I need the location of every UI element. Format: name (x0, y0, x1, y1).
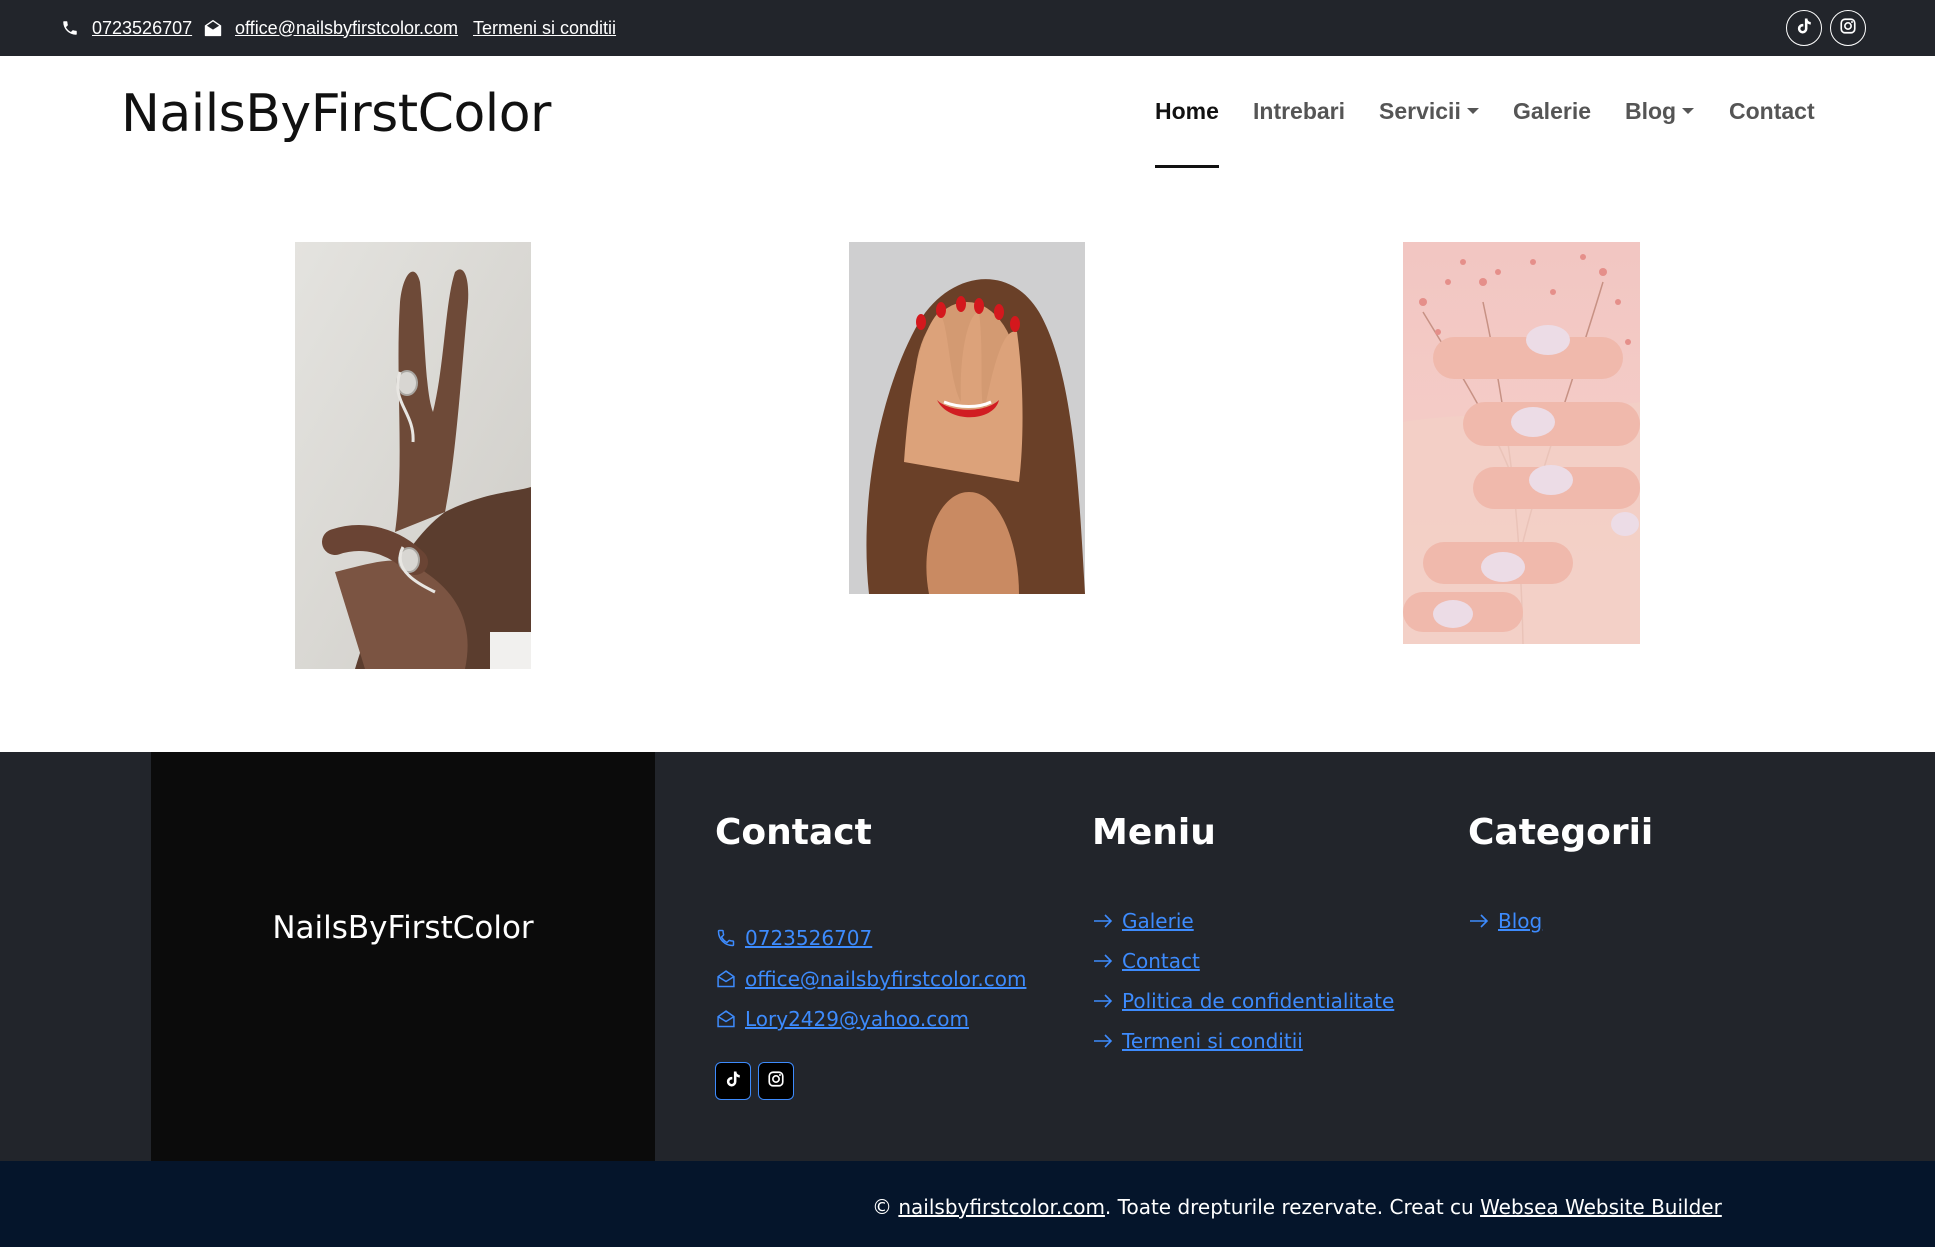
topbar-email-link[interactable]: office@nailsbyfirstcolor.com (235, 18, 458, 39)
tiktok-icon (1795, 17, 1813, 39)
footer-email2-link[interactable]: Lory2429@yahoo.com (715, 1004, 969, 1034)
arrow-right-icon (1092, 910, 1114, 932)
footer-menu-terms-text: Termeni si conditii (1122, 1029, 1303, 1053)
footer-email-text: office@nailsbyfirstcolor.com (745, 967, 1027, 991)
nav-servicii-label: Servicii (1379, 97, 1461, 124)
footer-email-link[interactable]: office@nailsbyfirstcolor.com (715, 964, 1026, 994)
topbar-phone-link[interactable]: 0723526707 (92, 18, 192, 39)
footer-menu-galerie-text: Galerie (1122, 909, 1194, 933)
footer-menu-contact[interactable]: Contact (1092, 946, 1200, 976)
nav-contact[interactable]: Contact (1729, 96, 1815, 126)
footer-phone-link[interactable]: 0723526707 (715, 923, 872, 953)
footer-menu-terms[interactable]: Termeni si conditii (1092, 1026, 1303, 1056)
footer-brand-name[interactable]: NailsByFirstColor (151, 910, 655, 946)
nav-home[interactable]: Home (1155, 96, 1219, 126)
copyright-text: © nailsbyfirstcolor.com. Toate drepturil… (872, 1195, 1722, 1219)
topbar-phone[interactable]: 0723526707 (60, 0, 192, 56)
nav-intrebari-label: Intrebari (1253, 97, 1346, 124)
footer-category-blog-text: Blog (1498, 909, 1543, 933)
gallery-image-woman-red-nails[interactable] (849, 242, 1085, 594)
arrow-right-icon (1468, 910, 1490, 932)
instagram-icon (1839, 17, 1857, 39)
envelope-open-icon (715, 968, 737, 990)
nav-home-label: Home (1155, 97, 1219, 124)
phone-icon (715, 927, 737, 949)
arrow-right-icon (1092, 990, 1114, 1012)
phone-icon (60, 18, 80, 38)
chevron-down-icon (1466, 108, 1479, 114)
copyright-builder-link[interactable]: Websea Website Builder (1480, 1195, 1722, 1219)
footer-menu-title: Meniu (1092, 812, 1216, 853)
instagram-button[interactable] (1830, 10, 1866, 46)
footer-category-blog[interactable]: Blog (1468, 906, 1542, 936)
chevron-down-icon (1682, 108, 1695, 114)
nav-servicii[interactable]: Servicii (1379, 96, 1479, 126)
envelope-open-icon (715, 1008, 737, 1030)
nav-blog[interactable]: Blog (1625, 96, 1695, 126)
gallery-image-hands-rings[interactable] (295, 242, 531, 669)
top-bar: 0723526707 office@nailsbyfirstcolor.com … (0, 0, 1935, 56)
footer-instagram-button[interactable] (758, 1062, 794, 1100)
topbar-terms-link[interactable]: Termeni si conditii (473, 18, 616, 39)
arrow-right-icon (1092, 1030, 1114, 1052)
footer-phone-text: 0723526707 (745, 926, 873, 950)
arrow-right-icon (1092, 950, 1114, 972)
instagram-icon (767, 1070, 785, 1092)
footer-menu-privacy-text: Politica de confidentialitate (1122, 989, 1395, 1013)
nav-intrebari[interactable]: Intrebari (1253, 96, 1345, 126)
copyright-site-link[interactable]: nailsbyfirstcolor.com (898, 1195, 1105, 1219)
footer-categories-title: Categorii (1468, 812, 1654, 853)
topbar-terms[interactable]: Termeni si conditii (473, 0, 616, 56)
nav-contact-label: Contact (1729, 97, 1815, 124)
copyright-prefix: © (872, 1195, 899, 1219)
footer-brand-panel (151, 752, 655, 1161)
nav-galerie[interactable]: Galerie (1513, 96, 1591, 126)
footer-menu-privacy[interactable]: Politica de confidentialitate (1092, 986, 1394, 1016)
tiktok-icon (724, 1070, 742, 1092)
envelope-open-icon (203, 18, 223, 38)
site-logo[interactable]: NailsByFirstColor (121, 84, 551, 144)
nav-galerie-label: Galerie (1513, 97, 1591, 124)
gallery-image-pink-nails-flowers[interactable] (1403, 242, 1640, 644)
nav-blog-label: Blog (1625, 97, 1677, 124)
nav-active-indicator (1155, 165, 1219, 168)
tiktok-button[interactable] (1786, 10, 1822, 46)
footer-tiktok-button[interactable] (715, 1062, 751, 1100)
copyright-middle: . Toate drepturile rezervate. Creat cu (1104, 1195, 1481, 1219)
footer-email2-text: Lory2429@yahoo.com (745, 1007, 969, 1031)
footer-contact-title: Contact (715, 812, 872, 853)
topbar-email[interactable]: office@nailsbyfirstcolor.com (203, 0, 458, 56)
footer-menu-galerie[interactable]: Galerie (1092, 906, 1194, 936)
footer-menu-contact-text: Contact (1122, 949, 1200, 973)
